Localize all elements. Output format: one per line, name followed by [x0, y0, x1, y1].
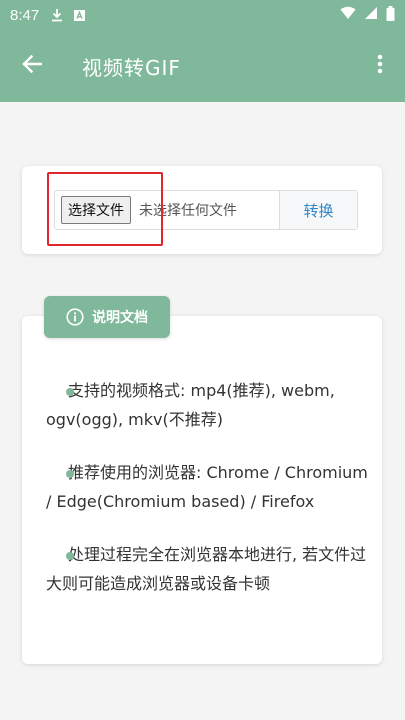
- list-item: 推荐使用的浏览器: Chrome / Chromium / Edge(Chrom…: [46, 458, 372, 516]
- download-icon: [49, 7, 65, 23]
- page-title: 视频转GIF: [82, 55, 181, 80]
- arrow-left-icon: [22, 54, 43, 77]
- doc-item-text: 支持的视频格式: mp4(推荐), webm, ogv(ogg), mkv(不推…: [46, 381, 335, 429]
- info-icon: [66, 308, 84, 326]
- status-bar: 8:47: [0, 0, 405, 30]
- choose-file-button[interactable]: 选择文件: [61, 196, 131, 224]
- doc-item-text: 处理过程完全在浏览器本地进行, 若文件过大则可能造成浏览器或设备卡顿: [46, 545, 367, 593]
- file-status-text: 未选择任何文件: [139, 203, 237, 219]
- status-indicators: [340, 5, 395, 25]
- list-item: 处理过程完全在浏览器本地进行, 若文件过大则可能造成浏览器或设备卡顿: [46, 540, 372, 598]
- battery-icon: [386, 5, 395, 25]
- doc-list: 支持的视频格式: mp4(推荐), webm, ogv(ogg), mkv(不推…: [46, 376, 372, 622]
- status-time: 8:47: [10, 6, 40, 24]
- bullet-icon: [66, 388, 74, 396]
- list-item: 支持的视频格式: mp4(推荐), webm, ogv(ogg), mkv(不推…: [46, 376, 372, 434]
- convert-button[interactable]: 转换: [279, 191, 357, 229]
- file-input-group: 选择文件 未选择任何文件 转换: [54, 190, 358, 230]
- bullet-icon: [66, 470, 74, 478]
- doc-badge: 说明文档: [44, 296, 170, 338]
- app-bar: 视频转GIF: [0, 30, 405, 102]
- doc-badge-label: 说明文档: [92, 310, 148, 326]
- file-card: 选择文件 未选择任何文件 转换: [22, 166, 382, 254]
- doc-item-text: 推荐使用的浏览器: Chrome / Chromium / Edge(Chrom…: [46, 463, 368, 511]
- notification-icon: [71, 7, 87, 23]
- doc-card: 支持的视频格式: mp4(推荐), webm, ogv(ogg), mkv(不推…: [22, 316, 382, 664]
- more-vertical-icon: [377, 54, 383, 78]
- more-options-button[interactable]: [355, 30, 405, 102]
- bullet-icon: [66, 552, 74, 560]
- wifi-icon: [340, 6, 356, 24]
- cellular-signal-icon: [364, 6, 378, 24]
- back-button[interactable]: [0, 30, 64, 102]
